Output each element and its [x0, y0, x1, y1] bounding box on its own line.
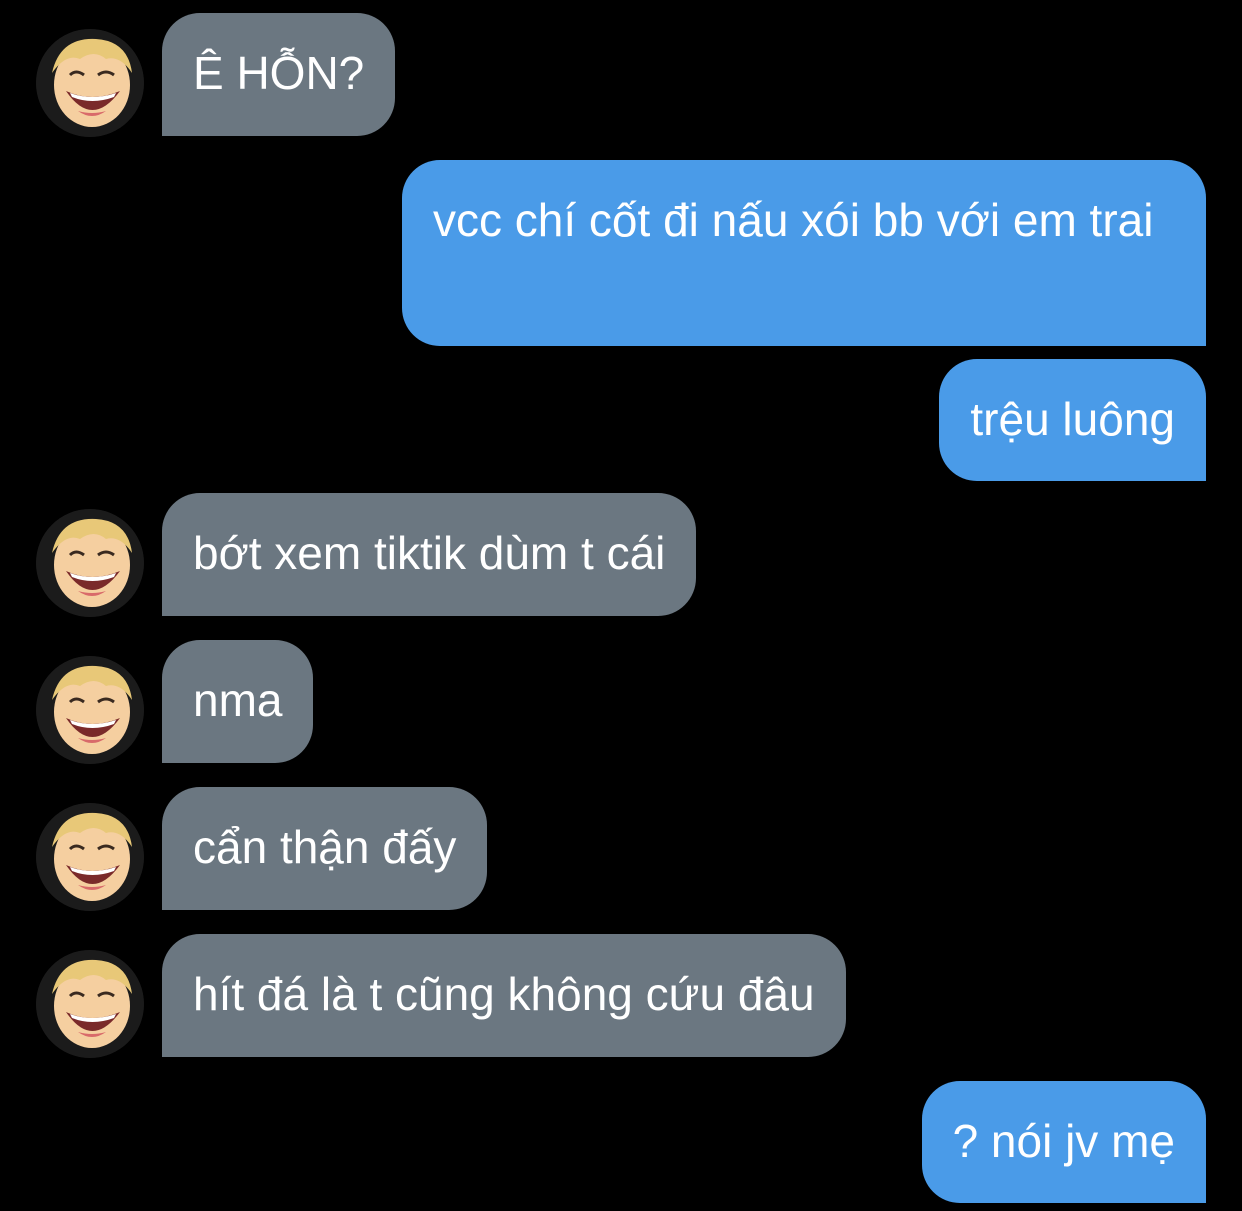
outgoing-message-bubble[interactable]: vcc chí cốt đi nấu xói bb với em trai	[402, 160, 1206, 346]
message-text: nma	[193, 674, 283, 726]
avatar-icon	[36, 803, 144, 911]
incoming-message-bubble[interactable]: bớt xem tiktik dùm t cái	[162, 493, 697, 616]
contact-avatar[interactable]	[36, 950, 144, 1058]
message-row: hít đá là t cũng không cứu đâu	[0, 934, 1242, 1058]
incoming-message-bubble[interactable]: nma	[162, 640, 314, 763]
avatar-icon	[36, 29, 144, 137]
contact-avatar[interactable]	[36, 29, 144, 137]
outgoing-message-bubble[interactable]: ? nói jv mẹ	[921, 1081, 1206, 1203]
message-row: nma	[0, 640, 1242, 764]
message-text: Ê HỖN?	[193, 47, 365, 99]
contact-avatar[interactable]	[36, 803, 144, 911]
message-row: cẩn thận đấy	[0, 787, 1242, 911]
incoming-message-bubble[interactable]: Ê HỖN?	[162, 13, 396, 136]
message-text: vcc chí cốt đi nấu xói bb với em trai	[433, 194, 1154, 246]
message-text: hít đá là t cũng không cứu đâu	[193, 968, 815, 1020]
avatar-icon	[36, 656, 144, 764]
message-row: vcc chí cốt đi nấu xói bb với em trai	[0, 160, 1242, 346]
avatar-icon	[36, 509, 144, 617]
message-row: trệu luông	[0, 359, 1242, 481]
message-row: bớt xem tiktik dùm t cái	[0, 493, 1242, 617]
message-text: cẩn thận đấy	[193, 821, 457, 873]
outgoing-message-bubble[interactable]: trệu luông	[939, 359, 1206, 481]
message-row: Ê HỖN?	[0, 13, 1242, 137]
contact-avatar[interactable]	[36, 509, 144, 617]
incoming-message-bubble[interactable]: cẩn thận đấy	[162, 787, 488, 910]
message-row: ? nói jv mẹ	[0, 1081, 1242, 1203]
incoming-message-bubble[interactable]: hít đá là t cũng không cứu đâu	[162, 934, 846, 1057]
contact-avatar[interactable]	[36, 656, 144, 764]
message-text: trệu luông	[970, 393, 1175, 445]
message-text: ? nói jv mẹ	[952, 1115, 1175, 1167]
message-text: bớt xem tiktik dùm t cái	[193, 527, 666, 579]
avatar-icon	[36, 950, 144, 1058]
